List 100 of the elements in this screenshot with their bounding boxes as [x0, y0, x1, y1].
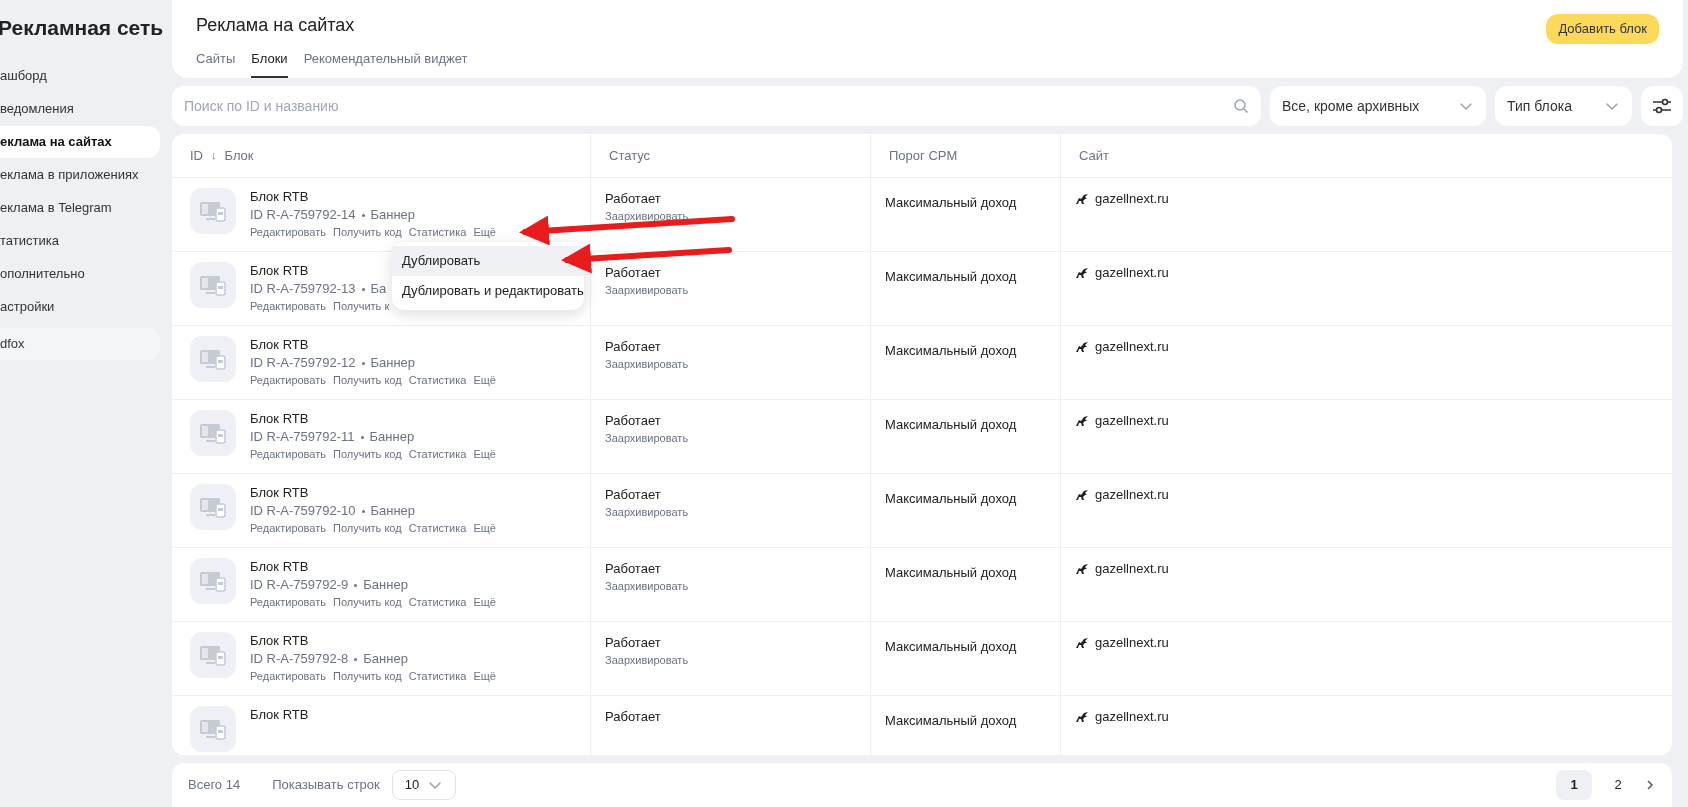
- block-id: ID R-A-759792-14: [250, 206, 356, 224]
- action-link[interactable]: Редактировать: [250, 594, 326, 610]
- page-button[interactable]: 1: [1556, 770, 1592, 800]
- site-link[interactable]: gazellnext.ru: [1095, 634, 1169, 652]
- status-select[interactable]: Все, кроме архивных: [1270, 86, 1486, 126]
- archive-link[interactable]: Заархивировать: [605, 578, 856, 594]
- total-count: Всего 14: [188, 776, 241, 795]
- block-icon: [190, 632, 236, 678]
- archive-link[interactable]: Заархивировать: [605, 652, 856, 668]
- site-link[interactable]: gazellnext.ru: [1095, 486, 1169, 504]
- tab[interactable]: Блоки: [251, 48, 288, 78]
- action-link[interactable]: Статистика: [408, 668, 467, 684]
- site-link[interactable]: gazellnext.ru: [1095, 338, 1169, 356]
- block-name: Блок RTB: [250, 262, 310, 280]
- action-link[interactable]: Получить код: [333, 446, 402, 462]
- sort-button[interactable]: ID: [190, 145, 203, 166]
- cpm-text: Максимальный доход: [885, 343, 1017, 358]
- site-link[interactable]: gazellnext.ru: [1095, 560, 1169, 578]
- action-link[interactable]: Редактировать: [250, 446, 326, 462]
- action-link[interactable]: Ещё: [473, 372, 496, 388]
- block-type: Баннер: [369, 428, 415, 446]
- action-link[interactable]: Редактировать: [250, 668, 326, 684]
- status-text: Работает: [605, 412, 662, 430]
- site-link[interactable]: gazellnext.ru: [1095, 708, 1169, 726]
- action-link[interactable]: Получить код: [333, 520, 402, 536]
- column-header: Блок: [224, 146, 254, 165]
- sidebar-item[interactable]: ашборд: [0, 59, 160, 92]
- column-header: Сайт: [1079, 146, 1109, 165]
- block-type: Баннер: [370, 502, 416, 520]
- block-name: Блок RTB: [250, 188, 310, 206]
- status-text: Работает: [605, 486, 662, 504]
- column-header: Порог CPM: [889, 146, 958, 165]
- animal-icon: [1075, 267, 1089, 279]
- site-link[interactable]: gazellnext.ru: [1095, 412, 1169, 430]
- action-link[interactable]: Получить код: [333, 372, 402, 388]
- animal-icon: [1075, 489, 1089, 501]
- action-link[interactable]: Ещё: [473, 594, 496, 610]
- block-icon: [190, 484, 236, 530]
- sidebar-item[interactable]: еклама в Telegram: [0, 191, 160, 224]
- action-link[interactable]: Ещё: [473, 520, 496, 536]
- block-id: ID R-A-759792-13: [250, 280, 356, 298]
- type-select[interactable]: Тип блока: [1495, 86, 1632, 126]
- action-link[interactable]: Ещё: [473, 224, 496, 240]
- cpm-text: Максимальный доход: [885, 639, 1017, 654]
- action-link[interactable]: Получить код: [333, 594, 402, 610]
- menu-item[interactable]: Дублировать: [392, 246, 584, 276]
- search-field[interactable]: Поиск по ID и названию: [172, 86, 1261, 126]
- block-icon: [190, 336, 236, 382]
- action-link[interactable]: Получить код: [333, 668, 402, 684]
- status-text: Работает: [605, 190, 662, 208]
- action-link[interactable]: Статистика: [408, 594, 467, 610]
- sidebar-item[interactable]: ополнительно: [0, 257, 160, 290]
- archive-link[interactable]: Заархивировать: [605, 208, 856, 224]
- sidebar-item[interactable]: татистика: [0, 224, 160, 257]
- block-name: Блок RTB: [250, 410, 310, 428]
- action-link[interactable]: Редактировать: [250, 224, 326, 240]
- site-link[interactable]: gazellnext.ru: [1095, 264, 1169, 282]
- dot-separator: [360, 435, 364, 439]
- sidebar-item[interactable]: еклама на сайтах: [0, 125, 160, 158]
- archive-link[interactable]: Заархивировать: [605, 504, 856, 520]
- page-button[interactable]: 2: [1600, 770, 1636, 800]
- site-link[interactable]: gazellnext.ru: [1095, 190, 1169, 208]
- action-link[interactable]: Получить к: [333, 298, 390, 314]
- action-link[interactable]: Редактировать: [250, 298, 326, 314]
- rows-select[interactable]: 10: [391, 770, 457, 800]
- sidebar-item[interactable]: dfox: [0, 327, 160, 360]
- animal-icon: [1075, 637, 1089, 649]
- action-link[interactable]: Редактировать: [250, 372, 326, 388]
- status-text: Работает: [605, 634, 662, 652]
- sidebar-item[interactable]: еклама в приложениях: [0, 158, 160, 191]
- action-link[interactable]: Статистика: [408, 446, 467, 462]
- dot-separator: [361, 213, 365, 217]
- archive-link[interactable]: Заархивировать: [605, 356, 856, 372]
- action-link[interactable]: Редактировать: [250, 520, 326, 536]
- archive-link[interactable]: Заархивировать: [605, 282, 856, 298]
- cpm-text: Максимальный доход: [885, 269, 1017, 284]
- tab[interactable]: Рекомендательный виджет: [303, 48, 468, 78]
- sidebar-item[interactable]: астройки: [0, 290, 160, 323]
- sidebar-item[interactable]: ведомления: [0, 92, 160, 125]
- archive-link[interactable]: Заархивировать: [605, 430, 856, 446]
- settings-icon: [1652, 97, 1672, 115]
- action-link[interactable]: Ещё: [473, 668, 496, 684]
- action-link[interactable]: Ещё: [473, 446, 496, 462]
- action-link[interactable]: Статистика: [408, 224, 467, 240]
- add-block-button[interactable]: Добавить блок: [1546, 14, 1659, 44]
- block-icon: [190, 706, 236, 752]
- sidebar-title: Рекламная сеть: [0, 15, 165, 41]
- action-link[interactable]: Статистика: [408, 372, 467, 388]
- menu-item[interactable]: Дублировать и редактировать: [392, 276, 584, 306]
- cpm-text: Максимальный доход: [885, 713, 1017, 728]
- status-text: Работает: [605, 264, 662, 282]
- next-page-icon[interactable]: [1644, 779, 1656, 791]
- block-type: Баннер: [370, 206, 416, 224]
- tab[interactable]: Сайты: [196, 48, 236, 78]
- dot-separator: [354, 657, 358, 661]
- cpm-text: Максимальный доход: [885, 565, 1017, 580]
- action-link[interactable]: Статистика: [408, 520, 467, 536]
- cpm-text: Максимальный доход: [885, 195, 1017, 210]
- action-link[interactable]: Получить код: [333, 224, 402, 240]
- settings-button[interactable]: [1641, 86, 1683, 126]
